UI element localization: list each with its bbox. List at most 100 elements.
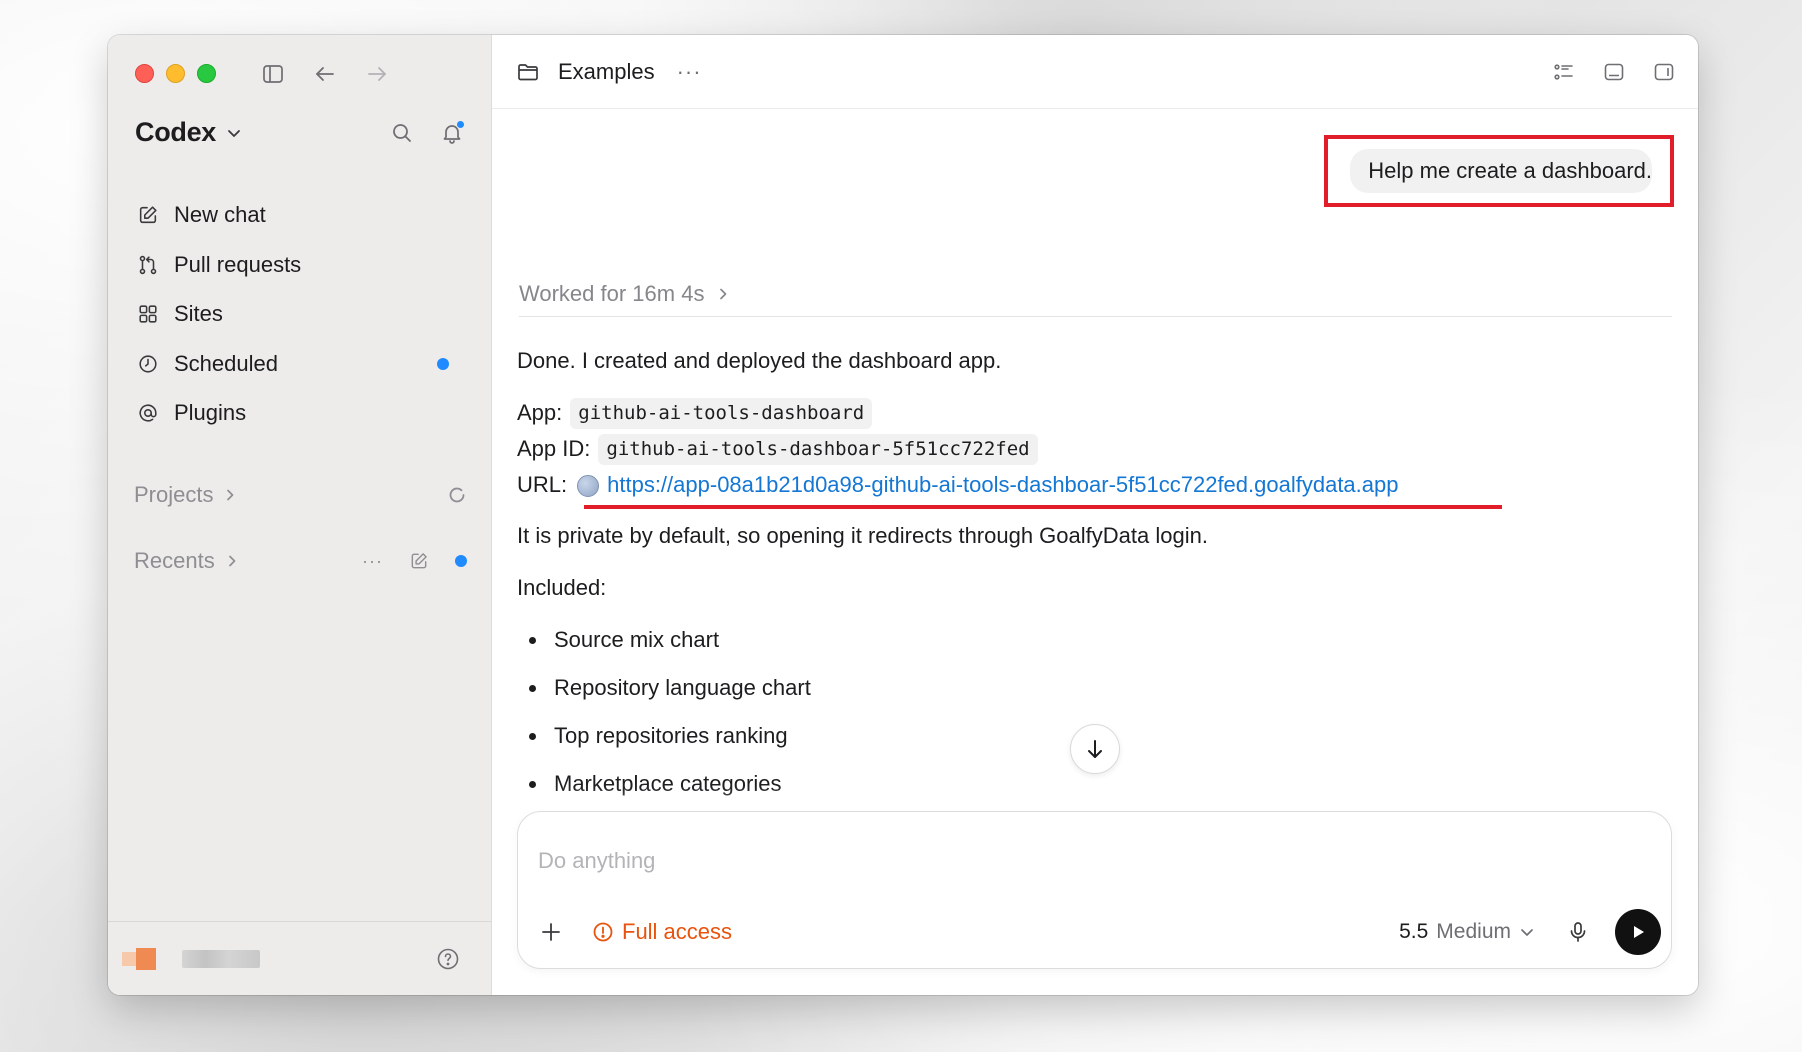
model-selector[interactable]: 5.5 Medium xyxy=(1399,920,1535,944)
prompt-input[interactable]: Do anything xyxy=(538,848,655,874)
projects-section[interactable]: Projects xyxy=(134,482,467,508)
play-icon xyxy=(1634,926,1644,938)
workspace-switcher[interactable]: Codex xyxy=(135,117,242,148)
included-heading: Included: xyxy=(517,575,607,601)
access-mode-label: Full access xyxy=(622,919,733,944)
notification-dot xyxy=(456,119,465,129)
recents-section[interactable]: Recents ··· xyxy=(134,548,467,574)
app-id-label: App ID: xyxy=(517,436,591,462)
search-button[interactable] xyxy=(387,118,417,148)
sidebar-item-scheduled[interactable]: Scheduled xyxy=(128,342,471,386)
arrow-left-icon xyxy=(316,67,334,81)
forward-button[interactable] xyxy=(362,59,392,89)
minimize-window-button[interactable] xyxy=(166,64,185,83)
more-options-button[interactable]: ··· xyxy=(677,59,702,85)
window-controls xyxy=(135,64,216,83)
at-icon xyxy=(139,404,157,422)
username-redacted xyxy=(182,949,260,968)
toggle-sidebar-button[interactable] xyxy=(258,59,288,89)
sidebar-item-label: Plugins xyxy=(174,400,247,425)
app-id-row: App ID: github-ai-tools-dashboar-5f51cc7… xyxy=(517,432,1672,468)
url-row: URL: https://app-08a1b21d0a98-github-ai-… xyxy=(517,468,1672,509)
microphone-icon xyxy=(1570,922,1586,942)
chevron-down-icon xyxy=(228,129,240,137)
arrow-down-icon xyxy=(1088,740,1102,758)
loading-spinner-icon xyxy=(449,487,465,503)
worked-duration-toggle[interactable]: Worked for 16m 4s xyxy=(519,281,1672,317)
top-bar: Examples ··· xyxy=(492,35,1698,109)
sidebar-footer xyxy=(108,921,491,995)
globe-icon xyxy=(577,474,600,497)
list-item-text: Repository language chart xyxy=(554,675,811,701)
list-item: Repository language chart xyxy=(517,665,1672,713)
titlebar-nav xyxy=(258,59,392,89)
brand-row: Codex xyxy=(135,117,467,148)
sidebar-item-plugins[interactable]: Plugins xyxy=(128,391,471,435)
response-intro: Done. I created and deployed the dashboa… xyxy=(517,348,1002,373)
main-panel: Examples ··· Help me create a dashboard.… xyxy=(492,35,1698,995)
chevron-down-icon xyxy=(1521,929,1533,936)
grid-icon xyxy=(139,305,157,323)
chevron-right-icon xyxy=(720,288,727,300)
deployed-app-link[interactable]: https://app-08a1b21d0a98-github-ai-tools… xyxy=(607,471,1398,500)
list-item-text: Top repositories ranking xyxy=(554,723,788,749)
access-mode-button[interactable]: Full access xyxy=(592,919,732,945)
projects-label: Projects xyxy=(134,482,214,507)
app-window: Codex New chat Pull requests Sites Sched… xyxy=(108,35,1698,995)
composer: Do anything Full access 5.5 Medium xyxy=(517,811,1672,969)
send-button[interactable] xyxy=(1615,909,1661,955)
recents-more-button[interactable]: ··· xyxy=(362,551,383,572)
bottom-panel-icon[interactable] xyxy=(1602,60,1626,84)
privacy-note: It is private by default, so opening it … xyxy=(517,522,1208,548)
sidebar-item-label: Sites xyxy=(174,301,223,326)
highlighted-user-message: Help me create a dashboard. xyxy=(1324,135,1674,207)
help-button[interactable] xyxy=(433,944,463,974)
sidebar-nav: New chat Pull requests Sites Scheduled P… xyxy=(128,193,471,441)
unread-badge xyxy=(437,357,449,370)
list-item-text: Marketplace categories xyxy=(554,771,782,797)
highlight-underline xyxy=(584,504,1502,509)
app-name-row: App: github-ai-tools-dashboard xyxy=(517,396,1672,432)
app-id-code: github-ai-tools-dashboar-5f51cc722fed xyxy=(598,434,1038,465)
maximize-window-button[interactable] xyxy=(197,64,216,83)
list-item: Source mix chart xyxy=(517,617,1672,665)
back-button[interactable] xyxy=(310,59,340,89)
add-attachment-button[interactable] xyxy=(536,917,566,947)
sidebar-item-sites[interactable]: Sites xyxy=(128,292,471,336)
search-icon xyxy=(393,123,411,142)
user-message-bubble: Help me create a dashboard. xyxy=(1350,149,1652,193)
app-name-code: github-ai-tools-dashboard xyxy=(570,398,873,429)
task-list-icon[interactable] xyxy=(1552,60,1576,84)
brand-name: Codex xyxy=(135,117,217,147)
model-effort: Medium xyxy=(1436,920,1511,943)
notifications-button[interactable] xyxy=(437,118,467,148)
sidebar-item-label: Pull requests xyxy=(174,251,302,277)
sidebar-item-new-chat[interactable]: New chat xyxy=(128,193,471,237)
plus-icon xyxy=(542,923,560,941)
pull-request-icon xyxy=(139,255,157,274)
sidebar: Codex New chat Pull requests Sites Sched… xyxy=(108,35,492,995)
worked-duration-label: Worked for 16m 4s xyxy=(519,281,705,306)
sidebar-toggle-icon xyxy=(263,65,283,83)
avatar[interactable] xyxy=(122,947,158,970)
new-recent-compose-icon[interactable] xyxy=(409,551,429,571)
warning-icon xyxy=(593,922,613,942)
compose-icon xyxy=(139,206,157,224)
app-label: App: xyxy=(517,400,563,426)
folder-icon xyxy=(518,63,538,80)
right-panel-icon[interactable] xyxy=(1652,60,1676,84)
clock-icon xyxy=(139,354,157,373)
model-version: 5.5 xyxy=(1399,920,1429,943)
voice-input-button[interactable] xyxy=(1563,917,1593,947)
recents-label: Recents xyxy=(134,548,215,573)
scroll-to-bottom-button[interactable] xyxy=(1070,724,1120,774)
sidebar-item-pull-requests[interactable]: Pull requests xyxy=(128,243,471,287)
sidebar-item-label: New chat xyxy=(174,202,266,227)
sidebar-item-label: Scheduled xyxy=(174,350,278,376)
chevron-right-icon xyxy=(227,489,234,501)
included-list: Source mix chart Repository language cha… xyxy=(517,617,1672,809)
url-label: URL: xyxy=(517,472,568,498)
close-window-button[interactable] xyxy=(135,64,154,83)
chevron-right-icon xyxy=(228,555,236,567)
help-icon xyxy=(437,948,459,969)
